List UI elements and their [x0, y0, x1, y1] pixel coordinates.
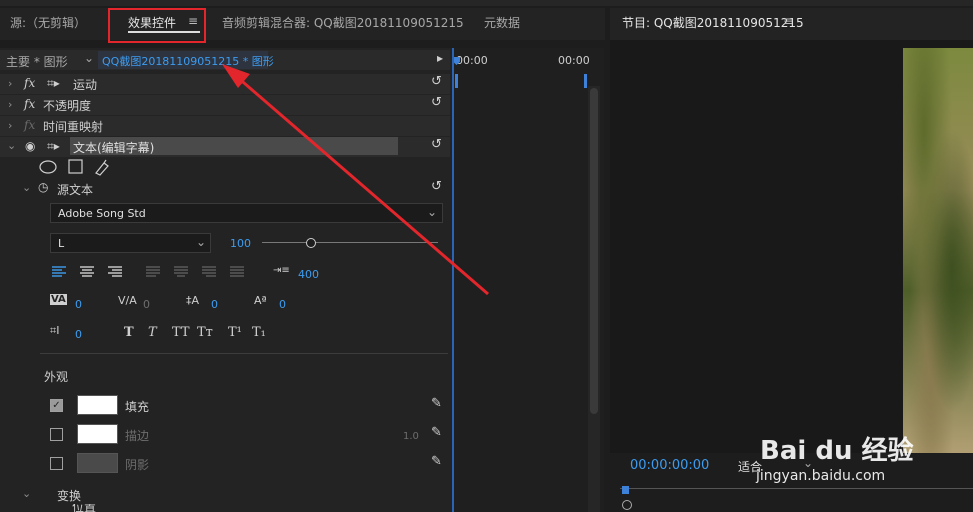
- arrow-shaft: [235, 74, 489, 296]
- annotation-arrow: [222, 64, 489, 296]
